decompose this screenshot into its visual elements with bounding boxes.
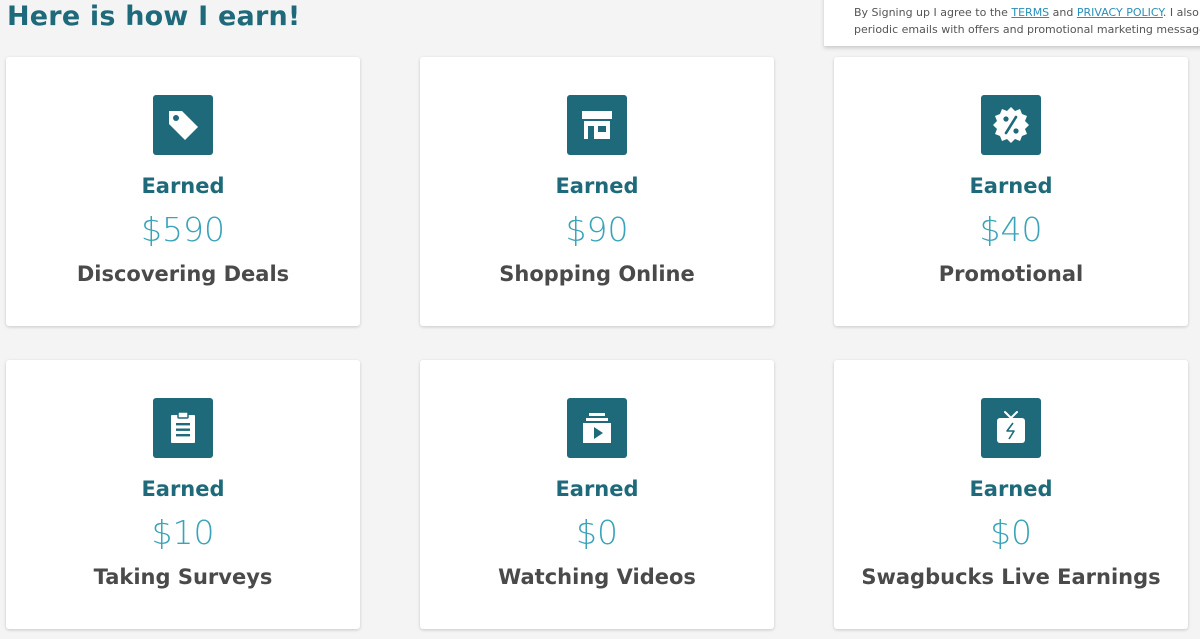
earned-amount: $590 [141, 210, 225, 249]
earned-amount: $40 [979, 210, 1043, 249]
earning-category: Shopping Online [499, 262, 695, 286]
terms-link[interactable]: TERMS [1011, 6, 1049, 19]
earning-category: Swagbucks Live Earnings [861, 565, 1161, 589]
earning-card-discovering-deals[interactable]: Earned $590 Discovering Deals [6, 57, 360, 326]
earned-label: Earned [555, 477, 639, 501]
discount-badge-icon [981, 95, 1041, 155]
terms-prefix-text: By Signing up I agree to the [854, 6, 1012, 19]
earning-card-promotional[interactable]: Earned $40 Promotional [834, 57, 1188, 326]
page-title: Here is how I earn! [7, 1, 301, 32]
earning-category: Watching Videos [498, 565, 696, 589]
earned-amount: $90 [565, 210, 629, 249]
earning-category: Discovering Deals [76, 262, 290, 286]
storefront-icon [567, 95, 627, 155]
terms-and-text: and [1049, 6, 1077, 19]
earned-label: Earned [141, 477, 225, 501]
earning-card-swagbucks-live[interactable]: Earned $0 Swagbucks Live Earnings [834, 360, 1188, 629]
earning-card-watching-videos[interactable]: Earned $0 Watching Videos [420, 360, 774, 629]
earned-label: Earned [969, 477, 1053, 501]
earning-category: Promotional [938, 262, 1084, 286]
terms-line-2: periodic emails with offers and promotio… [854, 23, 1200, 36]
earned-amount: $0 [990, 513, 1032, 552]
earned-amount: $10 [151, 513, 215, 552]
video-playlist-icon [567, 398, 627, 458]
price-tag-icon [153, 95, 213, 155]
terms-line-1: By Signing up I agree to the TERMS and P… [854, 4, 1200, 21]
terms-suffix-text: . I also ag [1162, 6, 1200, 19]
earning-card-taking-surveys[interactable]: Earned $10 Taking Surveys [6, 360, 360, 629]
earned-label: Earned [141, 174, 225, 198]
live-tv-icon [981, 398, 1041, 458]
earning-category: Taking Surveys [93, 565, 273, 589]
privacy-policy-link[interactable]: PRIVACY POLICY [1077, 6, 1163, 19]
earned-amount: $0 [576, 513, 618, 552]
earned-label: Earned [969, 174, 1053, 198]
earning-card-shopping-online[interactable]: Earned $90 Shopping Online [420, 57, 774, 326]
page: Here is how I earn! By Signing up I agre… [0, 0, 1200, 639]
earned-label: Earned [555, 174, 639, 198]
clipboard-icon [153, 398, 213, 458]
terms-notice: By Signing up I agree to the TERMS and P… [824, 0, 1200, 46]
